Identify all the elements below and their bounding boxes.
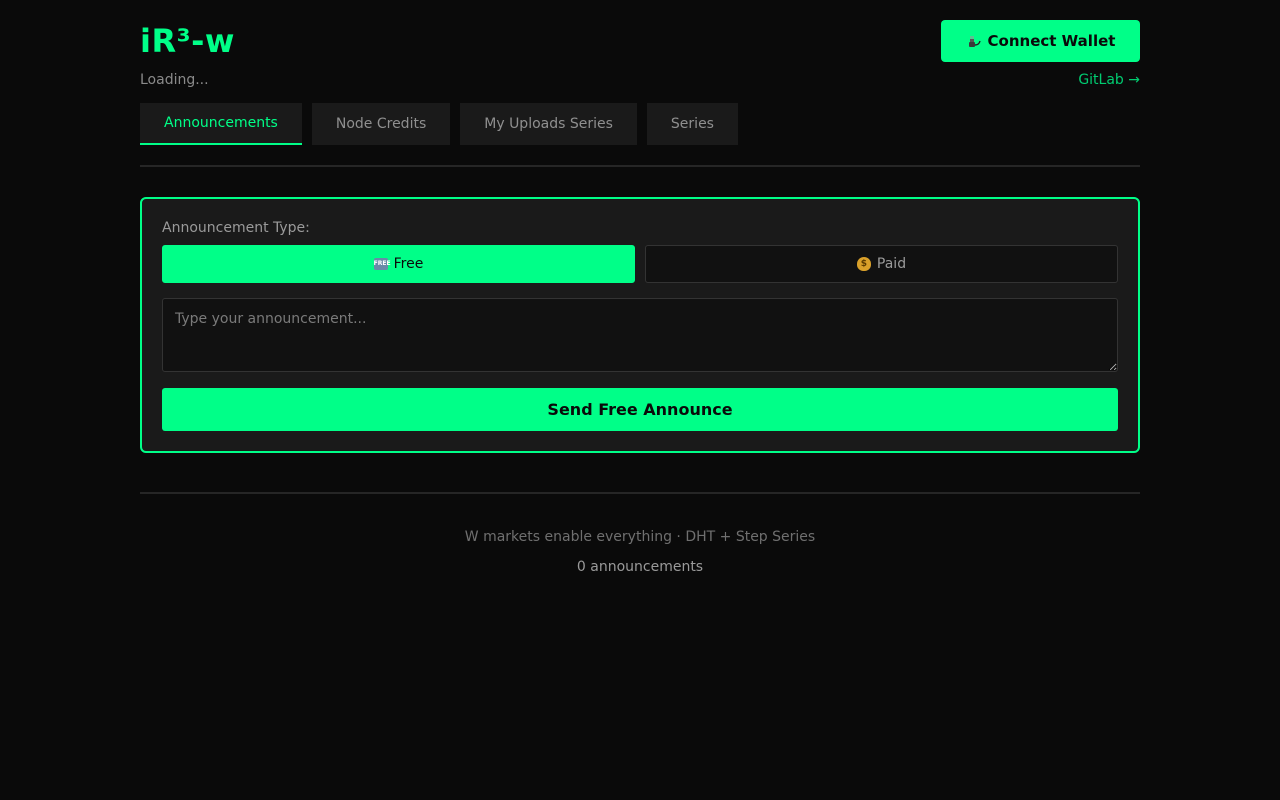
tab-bar: Announcements Node Credits My Uploads Se… [140,103,738,145]
footer-divider [140,492,1140,494]
tab-announcements[interactable]: Announcements [140,103,302,145]
plug-icon [966,33,982,49]
announcement-card: Announcement Type: FREE Free $ Paid Send… [140,197,1140,453]
paid-type-button[interactable]: $ Paid [645,245,1118,283]
tabs-divider [140,165,1140,167]
header: iR³-w Loading... Connect Wallet GitLab → [140,0,1140,100]
send-announce-button[interactable]: Send Free Announce [162,388,1118,431]
paid-type-label: Paid [876,256,907,272]
connect-wallet-label: Connect Wallet [987,32,1116,50]
free-type-button[interactable]: FREE Free [162,245,635,283]
gitlab-link[interactable]: GitLab → [1078,71,1140,89]
footer-tagline: W markets enable everything · DHT + Step… [464,529,816,545]
announcement-type-selector: FREE Free $ Paid [162,245,1118,283]
announcement-type-label: Announcement Type: [162,220,310,236]
connect-wallet-button[interactable]: Connect Wallet [941,20,1140,62]
money-bag-icon: $ [856,257,871,271]
tab-node-credits[interactable]: Node Credits [311,103,451,145]
tab-my-uploads-series[interactable]: My Uploads Series [460,103,637,145]
announcement-input[interactable] [162,298,1118,372]
app-logo: iR³-w [140,22,235,60]
announcement-count: 0 announcements [576,559,704,575]
app-container: iR³-w Loading... Connect Wallet GitLab →… [140,0,1140,800]
status-text: Loading... [140,72,209,88]
tab-series[interactable]: Series [646,103,738,145]
free-type-label: Free [393,256,424,272]
free-icon: FREE [373,258,391,270]
